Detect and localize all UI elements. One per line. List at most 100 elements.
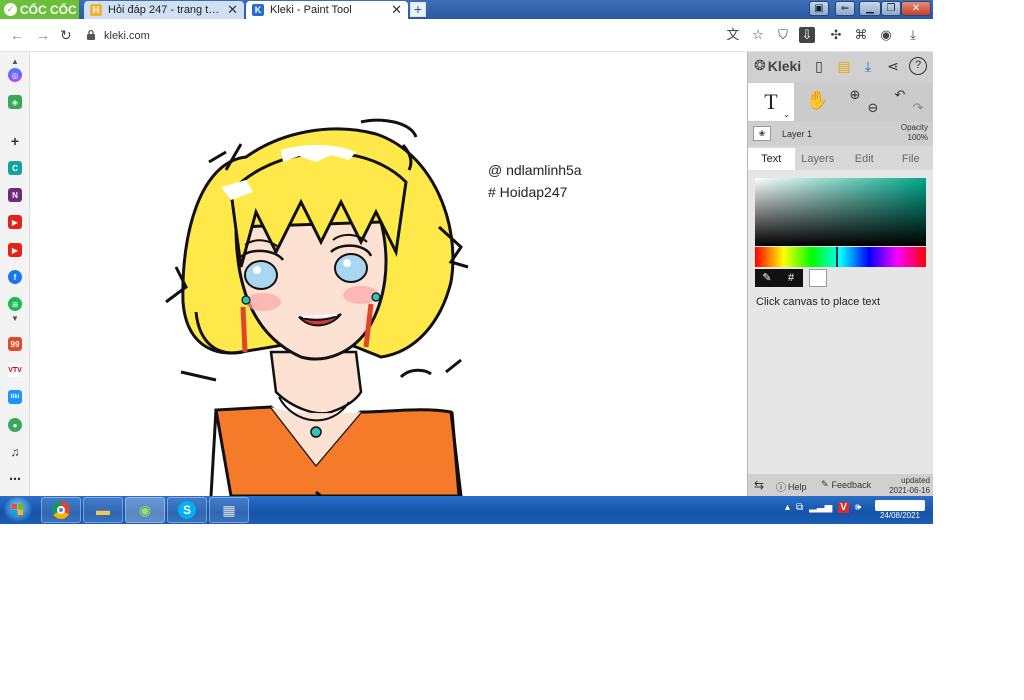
coccoc-app-icon[interactable]: ●: [8, 418, 22, 432]
taskbar-calculator[interactable]: ▦: [209, 497, 249, 523]
extension-puzzle-icon[interactable]: ⌘: [853, 27, 869, 43]
undo-icon[interactable]: ↶: [891, 86, 909, 104]
clock-time-redacted: [875, 500, 925, 511]
maximize-button[interactable]: ❐: [881, 1, 901, 16]
taskbar-clock[interactable]: 24/08/2021: [873, 500, 927, 522]
signal-icon[interactable]: ▂▃▅: [809, 502, 832, 513]
screen-capture-icon[interactable]: ▣: [809, 1, 829, 16]
scroll-down-icon[interactable]: ▼: [8, 311, 22, 325]
more-icon[interactable]: ⋯: [8, 472, 22, 486]
opacity-readout: Opacity 100%: [901, 123, 928, 143]
feedback-link-label: Feedback: [831, 479, 872, 490]
forward-icon[interactable]: →: [36, 27, 50, 43]
taskbar-chrome[interactable]: [41, 497, 81, 523]
spotify-icon[interactable]: ≋: [8, 297, 22, 311]
browser-tab-bar: ✓ CỐC CỐC H Hỏi đáp 247 - trang tra loi …: [0, 0, 933, 19]
text-tool-button[interactable]: T ⌄: [748, 83, 794, 121]
layer-name: Layer 1: [782, 129, 813, 139]
feedback-pen-icon: ✎: [821, 479, 829, 489]
help-icon[interactable]: ?: [909, 57, 927, 75]
download-icon[interactable]: ⤓: [859, 57, 877, 75]
youtube-icon[interactable]: ▶: [8, 243, 22, 257]
youtube-icon[interactable]: ▶: [8, 215, 22, 229]
opacity-value: 100%: [907, 133, 928, 142]
tab-kleki[interactable]: K Kleki - Paint Tool ✕: [246, 1, 408, 19]
vtv-icon[interactable]: VTV: [8, 363, 22, 377]
tray-expand-icon[interactable]: ▴: [785, 502, 790, 513]
kleki-panel: ❂ Kleki ▯ ▤ ⤓ ⋖ ? T ⌄ ✋ ⊕ ⊖ ↶ ↷ ❀ Layer …: [747, 52, 933, 496]
network-share-icon[interactable]: ⧉: [796, 502, 803, 513]
tab-hoidap247[interactable]: H Hỏi đáp 247 - trang tra loi ✕: [84, 1, 244, 19]
kleki-logo[interactable]: ❂ Kleki: [754, 57, 801, 74]
feedback-link[interactable]: ✎ Feedback: [821, 479, 871, 490]
current-color-swatch[interactable]: [809, 269, 827, 287]
hue-slider[interactable]: [755, 247, 926, 267]
hand-tool-icon[interactable]: ✋: [806, 91, 828, 109]
antivirus-icon[interactable]: V: [838, 502, 849, 513]
drawing-canvas[interactable]: @ ndlamlinh5a # Hoidap247: [31, 52, 747, 496]
screen: ✓ CỐC CỐC H Hỏi đáp 247 - trang tra loi …: [0, 0, 933, 524]
address-bar[interactable]: kleki.com: [86, 25, 506, 47]
downloads-icon[interactable]: ⤓: [905, 27, 921, 43]
taskbar-skype[interactable]: S: [167, 497, 207, 523]
browser-sidebar: ▲ ◎ ◈ + C N ▶ ▶ f ≋ ▼ 99 VTV tiki ● ♫ ⋯: [0, 52, 30, 496]
kleki-favicon-icon: K: [252, 4, 264, 16]
scroll-up-icon[interactable]: ▲: [8, 54, 22, 68]
translate-icon[interactable]: 文: [725, 27, 741, 43]
zoom-out-icon[interactable]: ⊖: [864, 99, 882, 117]
add-app-icon[interactable]: +: [8, 133, 22, 149]
tab-layers[interactable]: Layers: [795, 148, 842, 170]
layer-row[interactable]: ❀ Layer 1 Opacity 100%: [748, 122, 933, 146]
kleki-logo-icon: ❂: [754, 57, 766, 73]
share-icon[interactable]: ⋖: [884, 57, 902, 75]
bell-icon[interactable]: ♫: [8, 445, 22, 459]
minimize-button[interactable]: ▁: [859, 1, 881, 16]
redo-icon[interactable]: ↷: [909, 99, 927, 117]
messenger-icon[interactable]: ◎: [8, 68, 22, 82]
shopping-icon[interactable]: 99: [8, 337, 22, 351]
tab-close-icon[interactable]: ✕: [227, 2, 238, 18]
kleki-tabs: Text Layers Edit File: [748, 148, 933, 170]
reload-icon[interactable]: ↻: [60, 27, 72, 44]
saturation-value-picker[interactable]: [755, 178, 926, 246]
onenote-icon[interactable]: N: [8, 188, 22, 202]
account-icon[interactable]: ◉: [878, 27, 894, 43]
tab-file[interactable]: File: [888, 148, 934, 170]
game-icon[interactable]: ◈: [8, 95, 22, 109]
hex-input-button[interactable]: #: [779, 269, 803, 287]
lock-icon: [86, 29, 96, 43]
chrome-icon: [52, 501, 70, 519]
taskbar-coccoc[interactable]: ◉: [125, 497, 165, 523]
help-link[interactable]: ⓘ Help: [776, 479, 807, 495]
updated-date: 2021-06-16: [889, 486, 930, 495]
zoom-in-icon[interactable]: ⊕: [846, 86, 864, 104]
windows-taskbar: ▬ ◉ S ▦ ▴ ⧉ ▂▃▅ V 🕪 24/08/2021: [0, 496, 933, 524]
start-button[interactable]: [4, 497, 32, 523]
close-window-button[interactable]: ✕: [901, 1, 931, 16]
text-tool-hint: Click canvas to place text: [756, 296, 881, 308]
tab-edit[interactable]: Edit: [841, 148, 888, 170]
coccoc-menu-button[interactable]: ✓ CỐC CỐC: [0, 0, 79, 19]
tab-close-icon[interactable]: ✕: [391, 2, 402, 18]
app-c-icon[interactable]: C: [8, 161, 22, 175]
save-icon[interactable]: ▤: [835, 57, 853, 75]
hue-slider-handle[interactable]: [836, 247, 838, 267]
extensions-icon[interactable]: ✣: [828, 27, 844, 43]
taskbar-explorer[interactable]: ▬: [83, 497, 123, 523]
eyedropper-button[interactable]: ✎: [755, 269, 779, 287]
shield-icon[interactable]: ⛉: [775, 27, 791, 43]
back-arrow-icon[interactable]: ⇐: [835, 1, 855, 16]
browser-toolbar: ← → ↻ kleki.com 文 ☆ ⛉ ⇩ ✣ ⌘ ◉ ⤓: [0, 19, 933, 52]
tab-text[interactable]: Text: [748, 148, 795, 170]
new-file-icon[interactable]: ▯: [810, 57, 828, 75]
new-tab-button[interactable]: +: [410, 2, 426, 17]
star-icon[interactable]: ☆: [750, 27, 766, 43]
volume-icon[interactable]: 🕪: [855, 502, 861, 513]
facebook-icon[interactable]: f: [8, 270, 22, 284]
back-icon[interactable]: ←: [10, 27, 24, 43]
swap-sides-icon[interactable]: ⇆: [754, 478, 764, 492]
download-box-icon[interactable]: ⇩: [799, 27, 815, 43]
browser-brand: CỐC CỐC: [20, 2, 77, 17]
kleki-toolbar: T ⌄ ✋ ⊕ ⊖ ↶ ↷: [748, 82, 933, 122]
tiki-icon[interactable]: tiki: [8, 390, 22, 404]
